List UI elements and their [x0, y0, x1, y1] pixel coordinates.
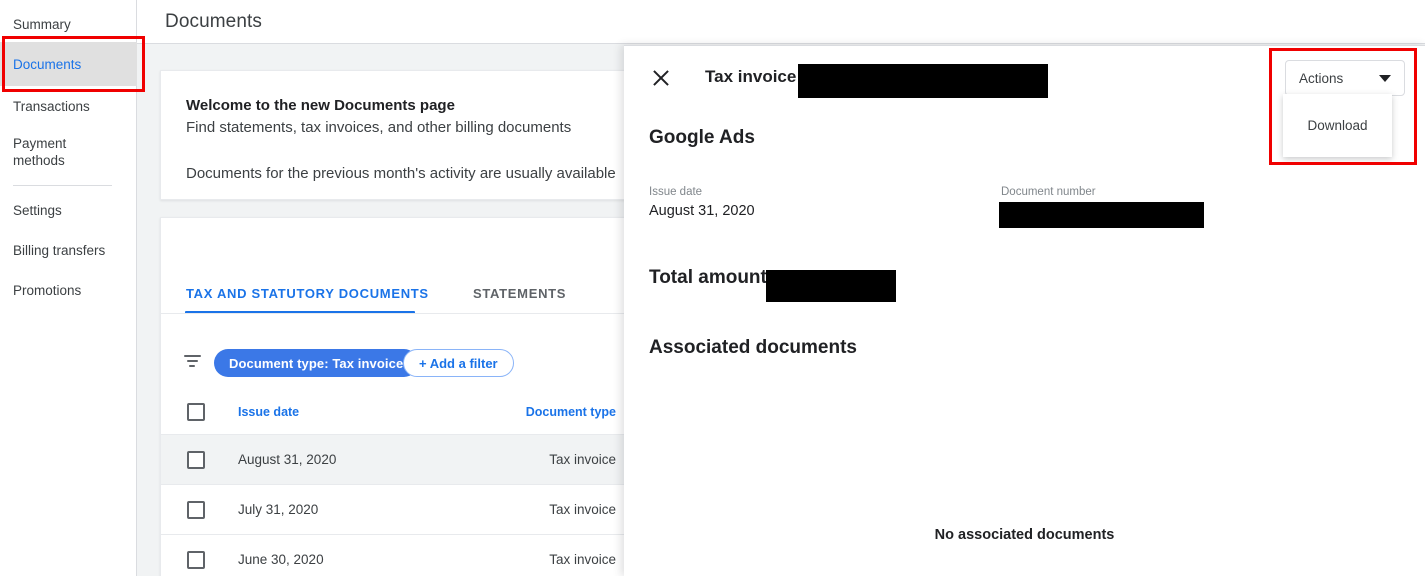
cell-document-type: Tax invoice	[549, 452, 616, 467]
cell-document-type: Tax invoice	[549, 552, 616, 567]
sidebar-item-label: Billing transfers	[13, 242, 106, 258]
filter-icon-line	[186, 360, 198, 362]
page-header: Documents	[137, 0, 1425, 44]
page-title: Documents	[165, 11, 262, 32]
sidebar-item-label: Transactions	[13, 98, 90, 114]
sidebar-item-label: Payment methods	[13, 136, 67, 168]
issue-date-value: August 31, 2020	[649, 203, 755, 219]
sidebar-item-billing-transfers[interactable]: Billing transfers	[0, 236, 137, 264]
sidebar-item-label: Documents	[13, 56, 82, 72]
filter-icon-line	[183, 355, 201, 357]
welcome-card-subtitle: Find statements, tax invoices, and other…	[186, 119, 572, 136]
issue-date-label: Issue date	[649, 186, 703, 198]
sidebar-divider	[13, 185, 112, 186]
close-icon[interactable]	[648, 65, 674, 91]
sidebar-item-label: Promotions	[13, 282, 82, 298]
redaction-block-total-amount	[766, 270, 896, 302]
add-filter-button[interactable]: + Add a filter	[403, 349, 514, 377]
total-amount-label: Total amount	[649, 267, 767, 288]
actions-button[interactable]: Actions	[1285, 60, 1405, 96]
column-header-issue-date[interactable]: Issue date	[238, 405, 299, 419]
sidebar-item-label: Settings	[13, 202, 62, 218]
sidebar-item-settings[interactable]: Settings	[0, 196, 137, 224]
sidebar-item-transactions[interactable]: Transactions	[0, 92, 137, 120]
tab-tax-and-statutory-documents[interactable]: TAX AND STATUTORY DOCUMENTS	[186, 286, 429, 301]
associated-documents-empty-state: No associated documents	[934, 527, 1115, 543]
redaction-block-document-number	[999, 202, 1204, 228]
actions-menu: Download	[1283, 94, 1392, 157]
sidebar-item-summary[interactable]: Summary	[0, 10, 137, 38]
tab-statements[interactable]: STATEMENTS	[473, 286, 566, 301]
row-checkbox[interactable]	[187, 450, 205, 469]
sidebar-item-label: Summary	[13, 16, 71, 32]
chevron-down-icon	[1379, 74, 1391, 82]
select-all-checkbox[interactable]	[187, 403, 205, 421]
welcome-card-title: Welcome to the new Documents page	[186, 97, 455, 114]
sidebar-item-payment-methods[interactable]: Payment methods	[0, 132, 137, 172]
row-checkbox[interactable]	[187, 550, 205, 569]
panel-title: Tax invoice	[705, 67, 797, 86]
cell-document-type: Tax invoice	[549, 502, 616, 517]
billing-documents-page: Summary Documents Transactions Payment m…	[0, 0, 1425, 576]
sidebar: Summary Documents Transactions Payment m…	[0, 0, 137, 576]
filter-icon-line	[189, 365, 195, 367]
sidebar-item-promotions[interactable]: Promotions	[0, 276, 137, 304]
cell-issue-date: June 30, 2020	[238, 552, 324, 567]
filter-chip-document-type[interactable]: Document type: Tax invoice	[214, 349, 419, 377]
cell-issue-date: July 31, 2020	[238, 502, 319, 517]
panel-top-rule	[624, 45, 1425, 46]
document-number-label: Document number	[1001, 186, 1096, 198]
cell-issue-date: August 31, 2020	[238, 452, 337, 467]
menu-item-download[interactable]: Download	[1283, 94, 1392, 157]
column-header-document-type[interactable]: Document type	[501, 405, 616, 419]
sidebar-item-documents[interactable]: Documents	[0, 42, 137, 86]
redaction-block-title	[798, 64, 1048, 98]
row-checkbox[interactable]	[187, 500, 205, 519]
associated-documents-heading: Associated documents	[649, 337, 857, 358]
panel-product-name: Google Ads	[649, 127, 755, 148]
welcome-card-note: Documents for the previous month's activ…	[186, 165, 616, 182]
actions-button-label: Actions	[1299, 70, 1344, 86]
filter-icon[interactable]	[183, 355, 201, 369]
